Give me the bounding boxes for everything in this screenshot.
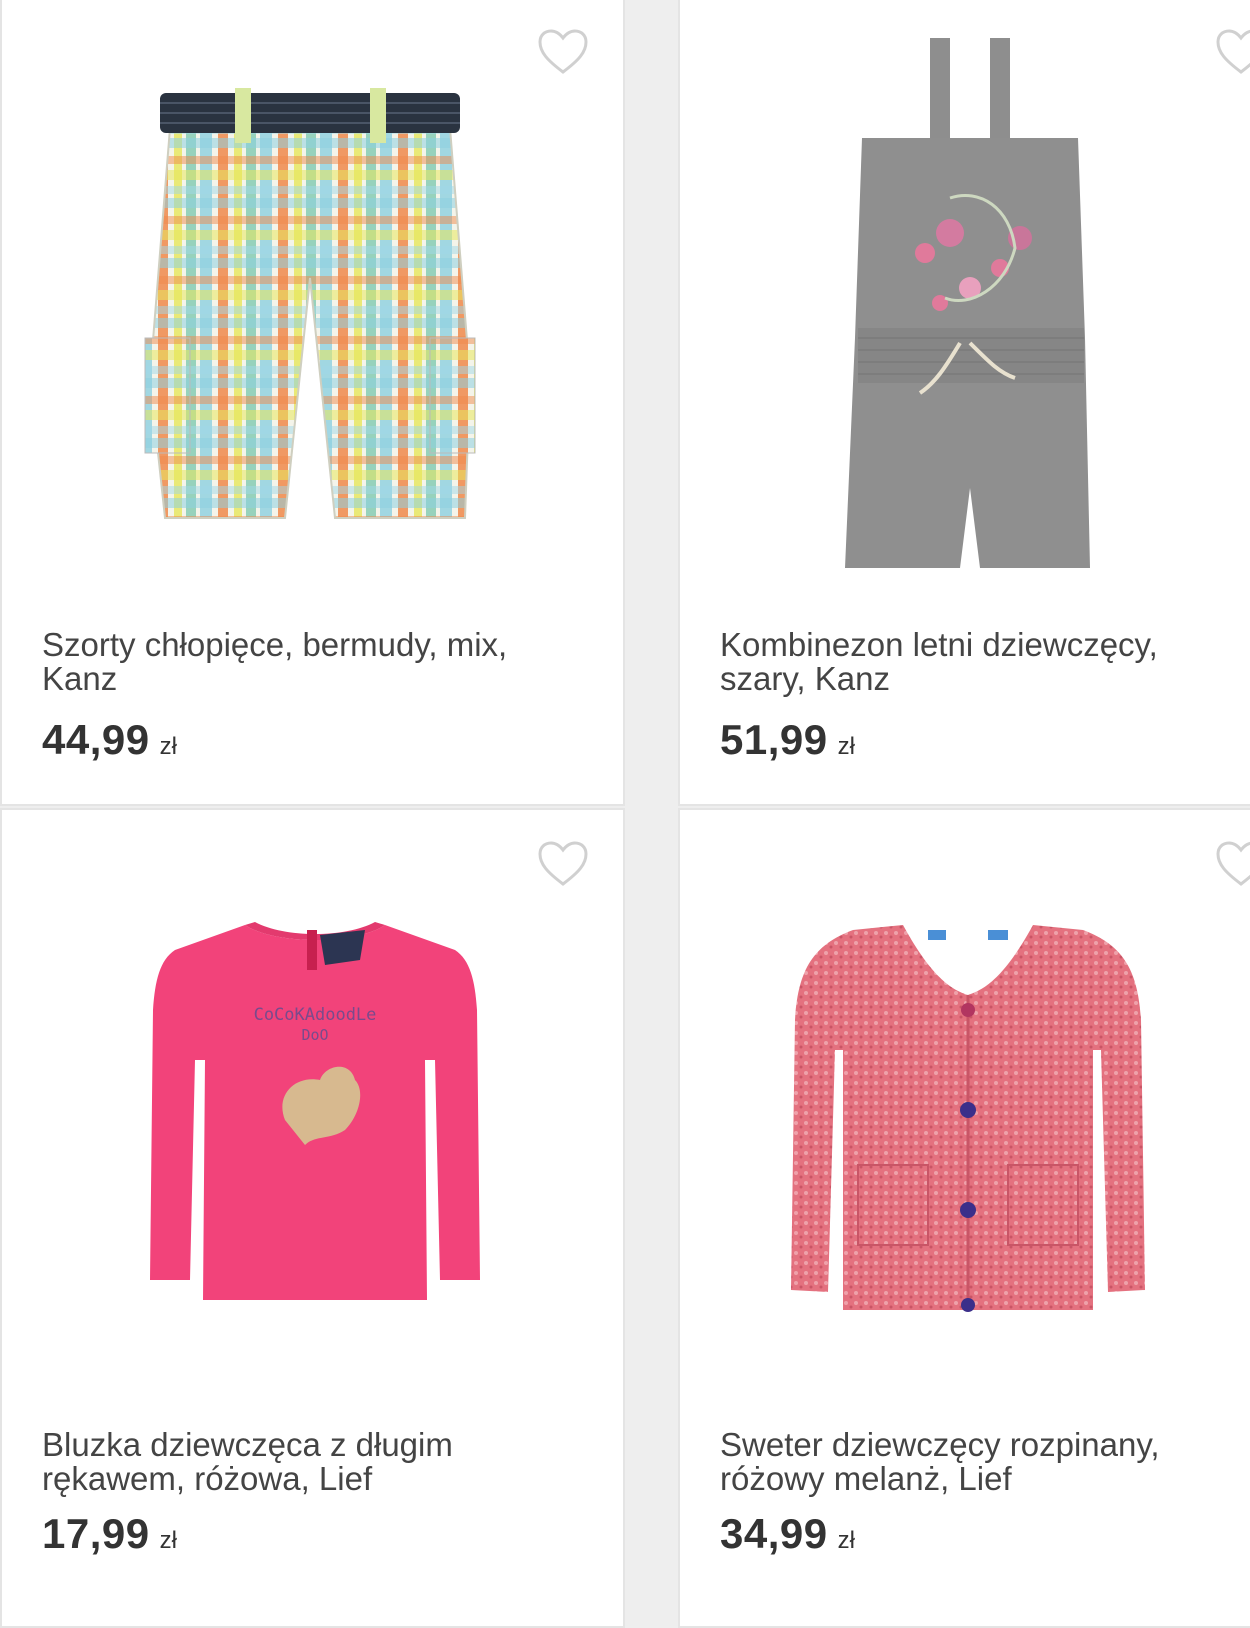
price-currency: zł (837, 733, 855, 760)
product-title[interactable]: Bluzka dziewczęca z długim rękawem, różo… (42, 1428, 562, 1496)
product-title-line: Bluzka dziewczęca z długim (42, 1426, 453, 1463)
price: 34,99 zł (720, 1510, 855, 1558)
product-title[interactable]: Kombinezon letni dziewczęcy, szary, Kanz (720, 628, 1240, 696)
product-title-line: różowy melanż, Lief (720, 1460, 1012, 1497)
price-value: 51,99 (720, 716, 828, 763)
product-card[interactable]: CoCoKAdoodLe DoO Bluzka dziewczęca z dłu… (0, 808, 625, 1628)
plaid-shorts-image[interactable] (2, 38, 623, 618)
shirt-print-line2: DoO (301, 1026, 328, 1044)
product-title-line: Kanz (42, 660, 118, 697)
price-value: 44,99 (42, 716, 150, 763)
price-currency: zł (159, 733, 177, 760)
product-title-line: Szorty chłopięce, bermudy, mix, (42, 626, 508, 663)
price-currency: zł (159, 1527, 177, 1554)
grey-jumpsuit-image[interactable] (680, 38, 1250, 618)
price-value: 17,99 (42, 1510, 150, 1557)
product-title[interactable]: Szorty chłopięce, bermudy, mix, Kanz (42, 628, 562, 696)
product-card[interactable]: Szorty chłopięce, bermudy, mix, Kanz 44,… (0, 0, 625, 806)
pink-cardigan-image[interactable] (680, 850, 1250, 1430)
price-value: 34,99 (720, 1510, 828, 1557)
price-currency: zł (837, 1527, 855, 1554)
product-title-line: szary, Kanz (720, 660, 890, 697)
product-card[interactable]: Sweter dziewczęcy rozpinany, różowy mela… (678, 808, 1250, 1628)
price: 17,99 zł (42, 1510, 177, 1558)
product-title[interactable]: Sweter dziewczęcy rozpinany, różowy mela… (720, 1428, 1240, 1496)
price: 51,99 zł (720, 716, 855, 764)
product-title-line: Sweter dziewczęcy rozpinany, (720, 1426, 1160, 1463)
pink-longsleeve-image[interactable]: CoCoKAdoodLe DoO (2, 850, 623, 1430)
product-card[interactable]: Kombinezon letni dziewczęcy, szary, Kanz… (678, 0, 1250, 806)
product-title-line: Kombinezon letni dziewczęcy, (720, 626, 1158, 663)
shirt-print-line1: CoCoKAdoodLe (254, 1005, 377, 1025)
price: 44,99 zł (42, 716, 177, 764)
product-title-line: rękawem, różowa, Lief (42, 1460, 373, 1497)
